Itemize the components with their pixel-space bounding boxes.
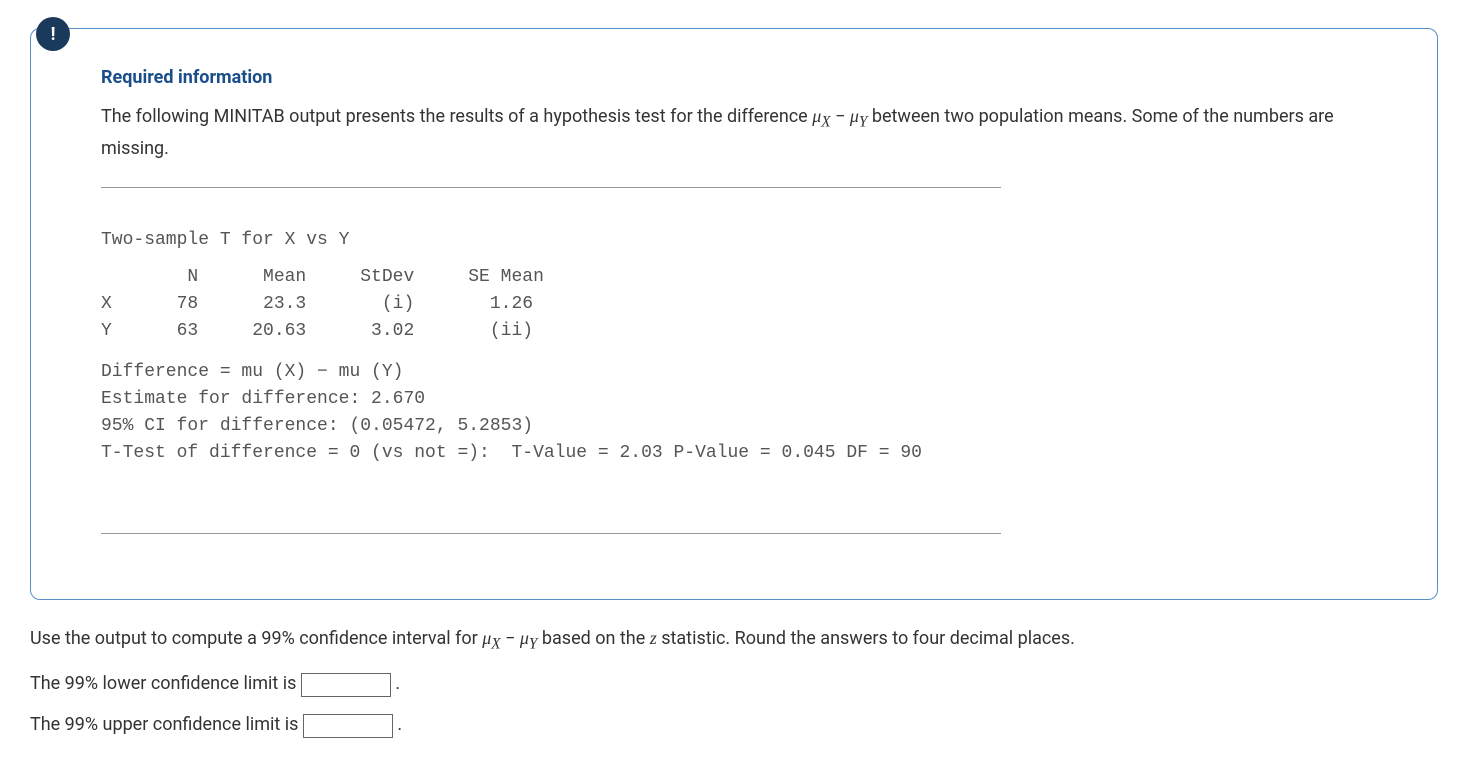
required-info-heading: Required information — [101, 64, 1382, 91]
lower-period: . — [391, 673, 400, 694]
alert-icon-glyph: ! — [51, 21, 56, 48]
mu-symbol-4: μ — [520, 628, 529, 648]
minitab-table: N Mean StDev SE MeanX 78 23.3 (i) 1.26Y … — [101, 264, 1001, 345]
prompt-text-1: Use the output to compute a 99% confiden… — [30, 628, 482, 649]
minitab-ttest-line: T-Test of difference = 0 (vs not =): T-V… — [101, 440, 1001, 467]
mu-sub-x-2: X — [491, 635, 500, 652]
z-statistic-label: z — [650, 628, 657, 648]
minitab-output: Two-sample T for X vs Y N Mean StDev SE … — [101, 187, 1001, 534]
upper-period: . — [393, 714, 402, 735]
mu-symbol-3: μ — [482, 628, 491, 648]
lower-limit-line: The 99% lower confidence limit is . — [30, 670, 1438, 697]
minitab-row-x: X 78 23.3 (i) 1.26 — [101, 291, 1001, 318]
alert-icon: ! — [36, 17, 70, 51]
upper-limit-line: The 99% upper confidence limit is . — [30, 711, 1438, 738]
minitab-title: Two-sample T for X vs Y — [101, 227, 1001, 254]
minitab-ci-line: 95% CI for difference: (0.05472, 5.2853) — [101, 413, 1001, 440]
lower-limit-label: The 99% lower confidence limit is — [30, 673, 301, 694]
question-prompt: Use the output to compute a 99% confiden… — [30, 625, 1438, 657]
minus-sign-1: − — [831, 106, 850, 127]
mu-symbol-1: μ — [812, 106, 821, 126]
prompt-text-2: based on the — [537, 628, 649, 649]
minitab-estimate-line: Estimate for difference: 2.670 — [101, 386, 1001, 413]
upper-limit-input[interactable] — [303, 714, 393, 738]
prompt-text-3: statistic. Round the answers to four dec… — [657, 628, 1075, 649]
minitab-row-y: Y 63 20.63 3.02 (ii) — [101, 318, 1001, 345]
minitab-header-row: N Mean StDev SE Mean — [101, 264, 1001, 291]
mu-sub-x-1: X — [821, 114, 830, 131]
mu-symbol-2: μ — [850, 106, 859, 126]
minus-sign-2: − — [501, 628, 520, 649]
minitab-diff-line: Difference = mu (X) − mu (Y) — [101, 359, 1001, 386]
question-section: Use the output to compute a 99% confiden… — [30, 625, 1438, 739]
lower-limit-input[interactable] — [301, 673, 391, 697]
required-info-box: ! Required information The following MIN… — [30, 28, 1438, 600]
intro-paragraph: The following MINITAB output presents th… — [101, 103, 1382, 162]
upper-limit-label: The 99% upper confidence limit is — [30, 714, 303, 735]
intro-text-part1: The following MINITAB output presents th… — [101, 106, 812, 127]
